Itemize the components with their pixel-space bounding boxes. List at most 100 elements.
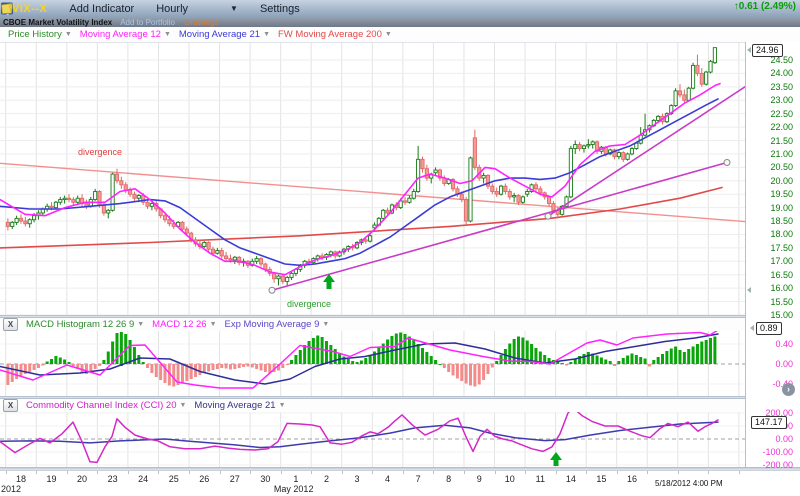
candle-body xyxy=(617,153,620,157)
macd-histogram-bar xyxy=(705,340,708,364)
ma12-line xyxy=(0,84,720,275)
macd-histogram-dropdown[interactable]: MACD Histogram 12 26 9▼ xyxy=(26,319,144,330)
macd-histogram-bar xyxy=(652,360,655,364)
macd-histogram-bar xyxy=(491,364,494,368)
axis-tick xyxy=(220,471,221,474)
divergence-annotation-top[interactable]: divergence xyxy=(78,147,122,157)
macd-histogram-bar xyxy=(364,358,367,364)
cci-close-button[interactable]: X xyxy=(3,399,18,412)
macd-histogram-bar xyxy=(408,337,411,365)
timeframe-caret-icon[interactable]: ▼ xyxy=(230,4,238,13)
candle-body xyxy=(622,153,625,160)
macd-label: MACD 12 26 xyxy=(152,319,206,330)
candle-body xyxy=(115,174,118,181)
macd-histogram-bar xyxy=(107,352,110,365)
macd-histogram-bar xyxy=(613,364,616,366)
cci-ma21-dropdown[interactable]: Moving Average 21▼ xyxy=(194,400,285,411)
date-label: 3 xyxy=(344,474,370,484)
channel-line[interactable] xyxy=(548,75,745,216)
trendline-handle[interactable] xyxy=(269,287,275,293)
macd-histogram-bar xyxy=(67,362,70,364)
note-icon[interactable] xyxy=(0,2,14,15)
candle-body xyxy=(11,222,14,226)
axis-tick xyxy=(708,471,709,474)
candle-body xyxy=(465,200,468,221)
axis-tick-label: 21.00 xyxy=(746,149,793,159)
candle-body xyxy=(713,48,716,63)
macd-histogram-bar xyxy=(434,360,437,364)
fwma200-dropdown[interactable]: FW Moving Average 200▼ xyxy=(278,29,392,40)
last-update-timestamp: 5/18/2012 4:00 PM xyxy=(655,479,723,488)
axis-tick-label: 0.40 xyxy=(746,339,793,349)
cci-chart[interactable] xyxy=(0,412,745,467)
cci-label: Commodity Channel Index (CCI) 20 xyxy=(26,400,176,411)
macd-histogram-bar xyxy=(159,364,162,380)
drawings-link[interactable]: Drawings xyxy=(185,18,218,27)
ma12-label: Moving Average 12 xyxy=(80,29,161,40)
axis-tick-label: 16.00 xyxy=(746,283,793,293)
macd-histogram-bar xyxy=(146,364,149,368)
candle-body xyxy=(508,192,511,197)
axis-tick xyxy=(342,471,343,474)
index-name-label: CBOE Market Volatility Index xyxy=(3,18,112,27)
up-arrow-annotation[interactable] xyxy=(550,452,562,466)
macd-chart[interactable] xyxy=(0,331,745,396)
exp-ma9-dropdown[interactable]: Exp Moving Average 9▼ xyxy=(225,319,330,330)
macd-histogram-bar xyxy=(630,354,633,365)
divergence-support-line[interactable] xyxy=(272,163,727,291)
candle-body xyxy=(185,229,188,233)
macd-histogram-bar xyxy=(395,334,398,365)
next-panel-button[interactable]: › xyxy=(782,383,795,396)
change-value: 0.61 (2.49%) xyxy=(739,1,796,12)
axis-tick-label: -100.00 xyxy=(746,447,793,457)
chevron-down-icon: ▼ xyxy=(385,31,392,38)
candle-body xyxy=(473,138,476,168)
trendline-handle[interactable] xyxy=(724,160,730,166)
macd-histogram-bar xyxy=(670,349,673,365)
cci-dropdown[interactable]: Commodity Channel Index (CCI) 20▼ xyxy=(26,400,186,411)
macd-histogram-bar xyxy=(46,362,49,365)
date-label: 14 xyxy=(558,474,584,484)
date-label: 11 xyxy=(527,474,553,484)
macd-histogram-bar xyxy=(700,342,703,365)
candle-body xyxy=(286,277,289,281)
axis-tick xyxy=(372,471,373,474)
candle-body xyxy=(526,192,529,195)
add-to-portfolio-link[interactable]: Add to Portfolio xyxy=(120,18,175,27)
price-chart[interactable]: divergence divergence xyxy=(0,42,745,315)
candle-body xyxy=(259,259,262,264)
ma21-dropdown[interactable]: Moving Average 21▼ xyxy=(179,29,270,40)
divergence-annotation-bottom[interactable]: divergence xyxy=(287,299,331,309)
candle-body xyxy=(24,221,27,224)
macd-histogram-bar xyxy=(246,364,249,367)
candle-body xyxy=(281,276,284,281)
axis-tick xyxy=(403,471,404,474)
candle-body xyxy=(369,236,372,241)
timeframe-dropdown[interactable]: Hourly xyxy=(156,3,188,15)
macd-histogram-bar xyxy=(561,363,564,364)
trendline-handle[interactable] xyxy=(545,213,551,219)
macd-histogram-bar xyxy=(709,338,712,364)
macd-histogram-bar xyxy=(661,354,664,364)
macd-histogram-bar xyxy=(190,364,193,379)
macd-histogram-bar xyxy=(674,347,677,365)
macd-histogram-bar xyxy=(473,364,476,387)
settings-button[interactable]: Settings xyxy=(260,3,300,15)
macd-histogram-bar xyxy=(120,332,123,366)
macd-histogram-bar xyxy=(351,361,354,364)
candle-body xyxy=(705,72,708,84)
symbol-label[interactable]: VIX--X xyxy=(12,3,47,15)
add-indicator-button[interactable]: Add Indicator xyxy=(69,3,134,15)
candle-body xyxy=(412,192,415,199)
macd-dropdown[interactable]: MACD 12 26▼ xyxy=(152,319,216,330)
macd-histogram-bar xyxy=(565,364,568,366)
price-history-dropdown[interactable]: Price History▼ xyxy=(8,29,72,40)
ma12-dropdown[interactable]: Moving Average 12▼ xyxy=(80,29,171,40)
macd-value-box: 0.89 xyxy=(756,322,782,335)
macd-histogram-bar xyxy=(438,364,441,365)
charting-app-window: VIX--X Add Indicator Hourly ▼ Settings xyxy=(0,0,800,496)
axis-tick-label: 18.00 xyxy=(746,229,793,239)
macd-close-button[interactable]: X xyxy=(3,318,18,331)
candle-body xyxy=(216,251,219,254)
axis-tick-label: 22.00 xyxy=(746,122,793,132)
